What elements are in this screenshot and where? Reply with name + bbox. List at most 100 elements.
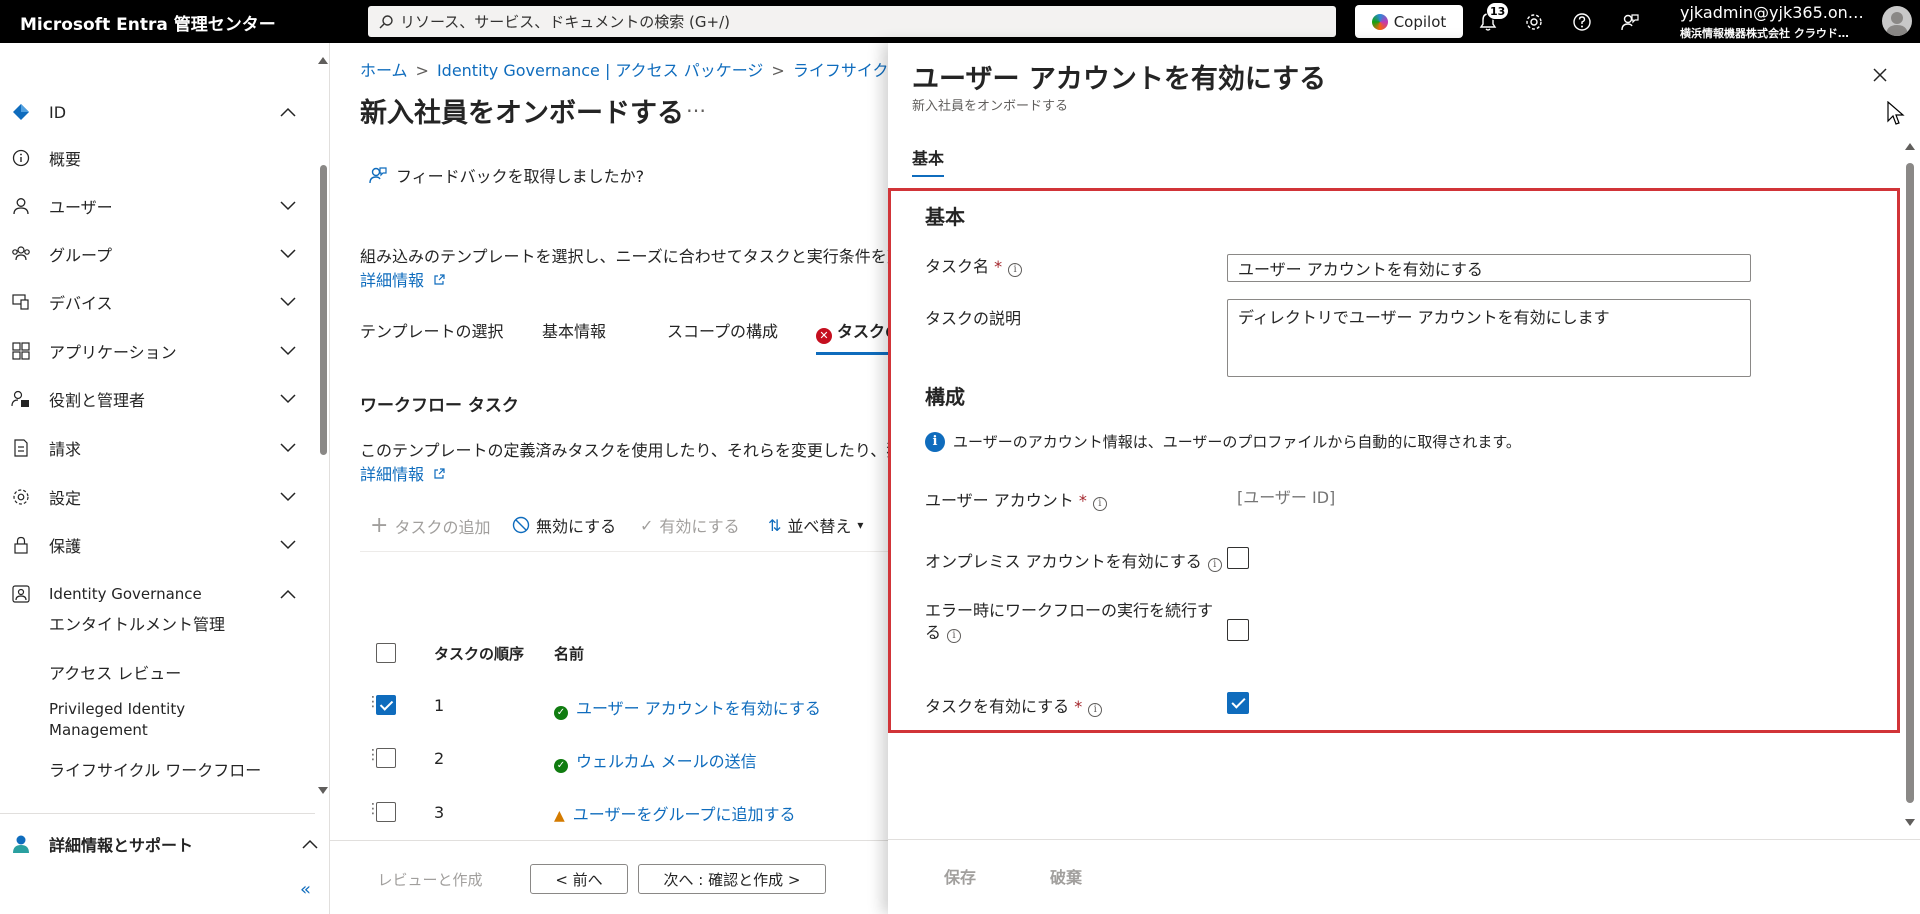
sidebar-item-id[interactable]: ID <box>0 92 315 132</box>
sort-label: 並べ替え <box>787 517 852 536</box>
sidebar-subitem-pim[interactable]: Privileged Identity <box>49 700 185 718</box>
chevron-down-icon[interactable] <box>278 438 298 458</box>
chevron-down-icon[interactable] <box>278 292 298 312</box>
sidebar-item-protection[interactable]: 保護 <box>0 525 315 565</box>
top-bar: Microsoft Entra 管理センター リソース、サービス、ドキュメントの… <box>0 0 1920 43</box>
scroll-up-arrow[interactable] <box>318 57 328 64</box>
support-person-icon <box>10 833 32 855</box>
row-checkbox[interactable] <box>376 802 396 822</box>
chevron-up-icon[interactable] <box>300 834 320 854</box>
tab-basics[interactable]: 基本情報 <box>542 318 606 342</box>
save-button[interactable]: 保存 <box>944 864 976 888</box>
row-name: ユーザー アカウントを有効にする <box>576 699 821 718</box>
task-description-input[interactable]: ディレクトリでユーザー アカウントを有効にします <box>1227 299 1751 377</box>
review-create-button[interactable]: レビューと作成 <box>360 864 500 894</box>
add-task-button[interactable]: + タスクの追加 <box>370 513 490 538</box>
sidebar-item-label: 保護 <box>49 537 82 556</box>
chevron-down-icon[interactable] <box>278 389 298 409</box>
user-account-label: ユーザー アカウント * i <box>925 487 1107 511</box>
sidebar-item-users[interactable]: ユーザー <box>0 186 315 226</box>
feedback-label: フィードバックを取得しましたか? <box>396 167 645 186</box>
chevron-down-icon[interactable] <box>278 535 298 555</box>
sidebar-item-applications[interactable]: アプリケーション <box>0 331 315 371</box>
sidebar-item-devices[interactable]: デバイス <box>0 282 315 322</box>
enable-button[interactable]: ✓ 有効にする <box>640 513 740 537</box>
scroll-down-arrow[interactable] <box>318 787 328 794</box>
row-checkbox[interactable] <box>376 695 396 715</box>
breadcrumb-home[interactable]: ホーム <box>360 61 408 80</box>
disable-button[interactable]: 無効にする <box>512 513 616 537</box>
scroll-up-arrow[interactable] <box>1905 143 1915 150</box>
tab-review-tasks[interactable]: ✕ タスクの確認 <box>816 318 890 355</box>
plus-icon: + <box>370 513 389 538</box>
help-icon[interactable] <box>1570 10 1594 34</box>
column-header-name[interactable]: 名前 <box>554 643 584 664</box>
sort-button[interactable]: ⇅ 並べ替え ▾ <box>768 513 863 537</box>
task-toolbar: + タスクの追加 無効にする ✓ 有効にする ⇅ 並べ替え ▾ <box>370 513 890 543</box>
global-search[interactable]: リソース、サービス、ドキュメントの検索 (G+/) <box>368 6 1336 37</box>
cursor-pointer-icon <box>1886 100 1906 131</box>
chevron-up-icon[interactable] <box>278 584 298 604</box>
sidebar-item-roles[interactable]: 役割と管理者 <box>0 379 315 419</box>
chevron-down-icon[interactable] <box>278 487 298 507</box>
row-checkbox[interactable] <box>376 748 396 768</box>
next-button[interactable]: 次へ : 確認と作成 > <box>638 864 826 894</box>
collapse-sidebar-icon[interactable]: « <box>300 879 311 900</box>
sidebar-item-overview[interactable]: 概要 <box>0 138 315 178</box>
info-icon[interactable]: i <box>1008 263 1023 277</box>
learn-more-link-2[interactable]: 詳細情報 <box>360 461 445 485</box>
select-all-checkbox[interactable] <box>376 643 396 663</box>
discard-button[interactable]: 破棄 <box>1050 864 1082 888</box>
chevron-down-icon[interactable] <box>278 196 298 216</box>
panel-tab-basic[interactable]: 基本 <box>912 145 945 177</box>
column-header-order[interactable]: タスクの順序 <box>434 643 524 664</box>
close-icon[interactable] <box>1868 63 1892 87</box>
sidebar-item-label: アプリケーション <box>49 343 177 362</box>
sidebar-item-billing[interactable]: 請求 <box>0 428 315 468</box>
sidebar-item-learn-support[interactable]: 詳細情報とサポート <box>0 824 318 864</box>
info-icon[interactable]: i <box>1207 558 1222 572</box>
more-options-icon[interactable]: … <box>686 93 706 117</box>
sidebar-subitem-lifecycle[interactable]: ライフサイクル ワークフロー <box>49 757 261 781</box>
info-icon[interactable]: i <box>947 629 962 643</box>
sidebar-subitem-access-review[interactable]: アクセス レビュー <box>49 660 181 684</box>
sidebar-subitem-pim-line2[interactable]: Management <box>49 721 148 739</box>
check-icon: ✓ <box>640 515 654 535</box>
sidebar-item-groups[interactable]: グループ <box>0 234 315 274</box>
avatar[interactable] <box>1882 6 1912 36</box>
brand-title[interactable]: Microsoft Entra 管理センター <box>20 10 276 35</box>
tab-scope[interactable]: スコープの構成 <box>667 318 778 342</box>
sidebar-scrollbar-thumb[interactable] <box>320 165 327 455</box>
previous-button[interactable]: < 前へ <box>530 864 628 894</box>
sidebar-subitem-entitlement[interactable]: エンタイトルメント管理 <box>49 611 225 635</box>
info-icon[interactable]: i <box>1088 703 1103 717</box>
feedback-icon[interactable] <box>1618 10 1642 34</box>
feedback-link[interactable]: フィードバックを取得しましたか? <box>368 163 644 187</box>
chevron-up-icon[interactable] <box>278 102 298 122</box>
scroll-down-arrow[interactable] <box>1905 819 1915 826</box>
breadcrumb-lifecycle[interactable]: ライフサイクル ワークフロー <box>793 61 890 80</box>
panel-title: ユーザー アカウントを有効にする <box>912 64 1327 95</box>
sidebar-item-identity-governance[interactable]: Identity Governance <box>0 574 315 614</box>
user-name[interactable]: yjkadmin@yjk365.on… <box>1680 3 1864 22</box>
sidebar-item-settings[interactable]: 設定 <box>0 477 315 517</box>
gear-icon[interactable] <box>1522 10 1546 34</box>
enable-task-checkbox[interactable] <box>1227 692 1249 714</box>
disable-label: 無効にする <box>536 517 617 536</box>
learn-more-link[interactable]: 詳細情報 <box>360 267 445 291</box>
chevron-down-icon[interactable] <box>278 341 298 361</box>
info-icon[interactable]: i <box>1092 497 1107 511</box>
sidebar-divider <box>0 813 315 814</box>
task-name-input[interactable] <box>1227 254 1751 282</box>
row-name-link[interactable]: ✓ ユーザー アカウントを有効にする <box>554 695 821 720</box>
breadcrumb-governance[interactable]: Identity Governance | アクセス パッケージ <box>437 61 763 80</box>
onprem-account-checkbox[interactable] <box>1227 547 1249 569</box>
tab-template[interactable]: テンプレートの選択 <box>360 318 504 342</box>
continue-on-error-checkbox[interactable] <box>1227 619 1249 641</box>
copilot-button[interactable]: Copilot <box>1355 5 1463 38</box>
panel-scrollbar-thumb[interactable] <box>1906 163 1914 803</box>
row-name-link[interactable]: ▲ ユーザーをグループに追加する <box>554 801 796 825</box>
row-name-link[interactable]: ✓ ウェルカム メールの送信 <box>554 748 757 773</box>
chevron-down-icon[interactable] <box>278 244 298 264</box>
gear-icon <box>10 486 32 508</box>
